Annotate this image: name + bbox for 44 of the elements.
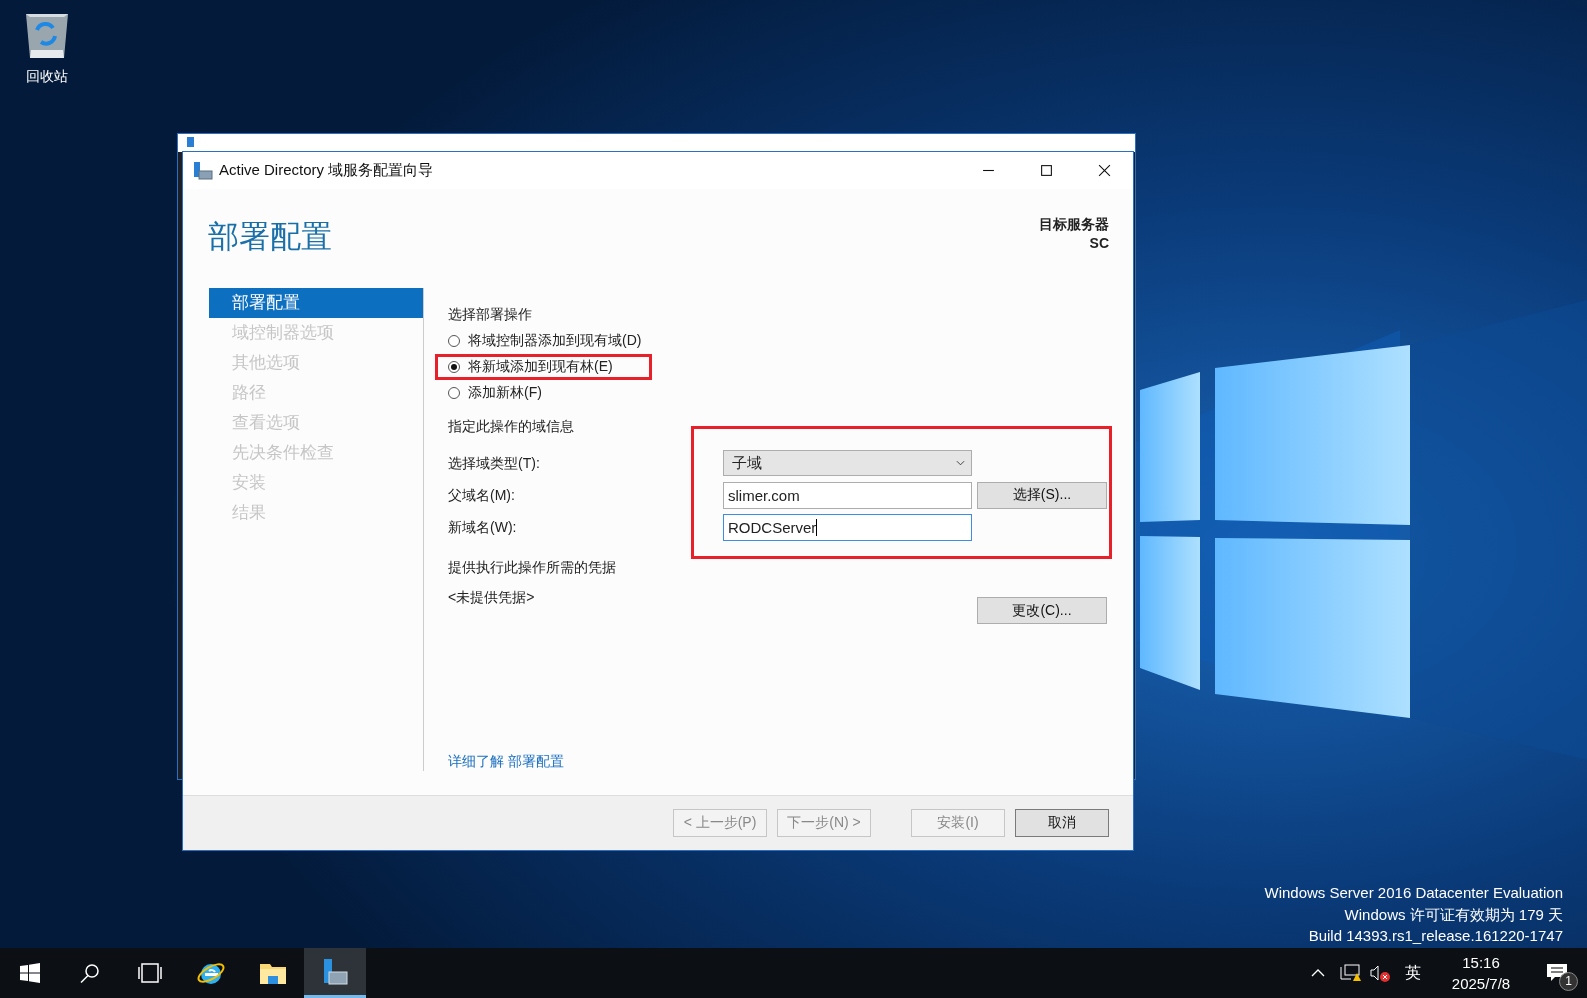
desktop-icon-label[interactable]: 回收站 <box>26 68 68 86</box>
chevron-down-icon <box>956 460 965 466</box>
input-field[interactable]: RODCServer <box>723 513 972 541</box>
radio-label: 将新域添加到现有林(E) <box>468 358 613 376</box>
close-icon <box>1097 164 1111 177</box>
wizard-button[interactable]: 取消 <box>1015 809 1109 837</box>
radio-button[interactable] <box>448 335 460 347</box>
field-label: 新域名(W): <box>448 518 518 537</box>
windows-logo-icon <box>20 963 40 983</box>
learn-more-link[interactable]: 详细了解 部署配置 <box>448 753 564 771</box>
section-title: 选择部署操作 <box>448 305 532 324</box>
maximize-icon <box>1039 164 1053 177</box>
task-view-icon <box>137 963 163 983</box>
server-icon <box>193 160 213 181</box>
change-button[interactable]: 更改(C)... <box>977 597 1107 624</box>
domain-type-dropdown[interactable]: 子域 <box>723 450 972 476</box>
radio-button[interactable] <box>448 361 460 373</box>
network-warning-icon[interactable] <box>1339 963 1361 983</box>
notification-count: 1 <box>1559 972 1578 991</box>
clock[interactable]: 15:16 2025/7/8 <box>1435 952 1527 994</box>
field-label: 父域名(M): <box>448 486 516 505</box>
input-method-indicator[interactable]: 英 <box>1405 962 1421 984</box>
target-server-label: 目标服务器 <box>1039 215 1109 234</box>
edition-notice: Build 14393.rs1_release.161220-1747 <box>1308 926 1563 946</box>
server-icon <box>186 137 196 147</box>
taskbar-app[interactable] <box>304 948 366 998</box>
window-title: Active Directory 域服务配置向导 <box>219 161 434 180</box>
input-field[interactable]: slimer.com <box>723 481 972 509</box>
field-label: 选择域类型(T): <box>448 454 541 473</box>
radio-button[interactable] <box>448 387 460 399</box>
section-title: 提供执行此操作所需的凭据 <box>448 558 616 577</box>
edition-notice: Windows 许可证有效期为 179 天 <box>1344 904 1563 925</box>
search-icon <box>80 963 100 983</box>
radio-label: 添加新林(F) <box>468 384 542 402</box>
target-server-name: SC <box>1089 234 1109 253</box>
speaker-muted-icon[interactable] <box>1369 963 1391 983</box>
edition-notice: Windows Server 2016 Datacenter Evaluation <box>1264 883 1563 903</box>
credentials-value: <未提供凭据> <box>448 589 535 607</box>
section-title: 指定此操作的域信息 <box>448 417 574 436</box>
chevron-up-icon[interactable] <box>1311 969 1325 977</box>
radio-label: 将域控制器添加到现有域(D) <box>468 332 642 350</box>
page-heading: 部署配置 <box>208 218 332 256</box>
select-button[interactable]: 选择(S)... <box>977 481 1107 509</box>
wizard-step[interactable]: 部署配置 <box>209 288 423 318</box>
